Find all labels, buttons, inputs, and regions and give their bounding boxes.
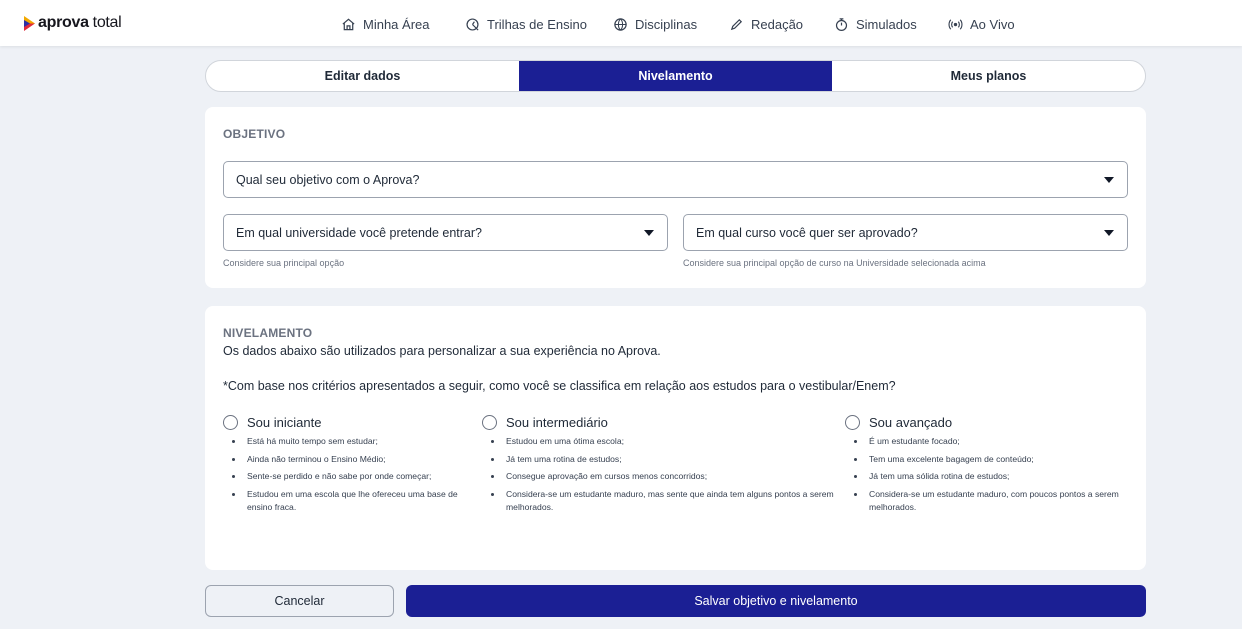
- level-criteria-list: Estudou em uma ótima escola; Já tem uma …: [491, 435, 842, 514]
- university-select-value: Em qual universidade você pretende entra…: [236, 226, 482, 240]
- nav-item-disciplinas[interactable]: Disciplinas: [613, 15, 697, 33]
- nivelamento-title: NIVELAMENTO: [223, 326, 313, 340]
- nav-label: Simulados: [856, 16, 917, 32]
- nav-label: Trilhas de Ensino: [487, 16, 587, 32]
- nav-label: Ao Vivo: [970, 16, 1015, 32]
- university-hint: Considere sua principal opção: [223, 258, 345, 268]
- level-option-iniciante: Sou iniciante Está há muito tempo sem es…: [223, 415, 473, 518]
- criteria-item: Estudou em uma escola que lhe ofereceu u…: [232, 488, 473, 514]
- level-option-intermediario: Sou intermediário Estudou em uma ótima e…: [482, 415, 842, 518]
- criteria-item: Considera-se um estudante maduro, com po…: [854, 488, 1130, 514]
- criteria-item: Já tem uma rotina de estudos;: [491, 453, 842, 466]
- radio-button[interactable]: [845, 415, 860, 430]
- nivelamento-card: NIVELAMENTO Os dados abaixo são utilizad…: [205, 306, 1146, 570]
- criteria-item: Tem uma excelente bagagem de conteúdo;: [854, 453, 1130, 466]
- save-button[interactable]: Salvar objetivo e nivelamento: [406, 585, 1146, 617]
- university-select[interactable]: Em qual universidade você pretende entra…: [223, 214, 668, 251]
- pencil-icon: [730, 18, 743, 30]
- nav-item-ao-vivo[interactable]: Ao Vivo: [948, 15, 1015, 33]
- level-option-avancado: Sou avançado É um estudante focado; Tem …: [845, 415, 1130, 518]
- nav-label: Redação: [751, 16, 804, 32]
- objetivo-title: OBJETIVO: [223, 127, 286, 141]
- home-icon: [342, 18, 355, 30]
- goal-select-value: Qual seu objetivo com o Aprova?: [236, 173, 420, 187]
- tab-nivelamento[interactable]: Nivelamento: [519, 61, 832, 91]
- level-criteria-list: Está há muito tempo sem estudar; Ainda n…: [232, 435, 473, 514]
- brand-name-part2: total: [92, 14, 122, 31]
- criteria-item: Estudou em uma ótima escola;: [491, 435, 842, 448]
- caret-down-icon: [1104, 177, 1114, 183]
- nav-item-simulados[interactable]: Simulados: [834, 15, 917, 33]
- nav-item-redacao[interactable]: Redação: [729, 15, 803, 33]
- tab-editar-dados[interactable]: Editar dados: [206, 61, 519, 91]
- criteria-item: Considera-se um estudante maduro, mas se…: [491, 488, 842, 514]
- nav-label: Disciplinas: [635, 16, 698, 32]
- criteria-item: Consegue aprovação em cursos menos conco…: [491, 470, 842, 483]
- nivelamento-question: *Com base nos critérios apresentados a s…: [223, 379, 896, 393]
- brand-logo[interactable]: aprova total: [24, 13, 122, 33]
- caret-down-icon: [644, 230, 654, 236]
- level-radio-iniciante[interactable]: Sou iniciante: [223, 415, 473, 430]
- level-radio-avancado[interactable]: Sou avançado: [845, 415, 1130, 430]
- radio-button[interactable]: [223, 415, 238, 430]
- course-select[interactable]: Em qual curso você quer ser aprovado?: [683, 214, 1128, 251]
- top-navbar: aprova total Minha Área Trilhas de Ensin…: [0, 0, 1242, 46]
- tab-meus-planos[interactable]: Meus planos: [832, 61, 1145, 91]
- profile-tabs: Editar dados Nivelamento Meus planos: [205, 60, 1146, 92]
- stopwatch-icon: [835, 17, 848, 31]
- course-hint: Considere sua principal opção de curso n…: [683, 258, 986, 268]
- brand-name-part1: aprova: [38, 14, 89, 31]
- criteria-item: É um estudante focado;: [854, 435, 1130, 448]
- globe-icon: [614, 17, 627, 31]
- course-select-value: Em qual curso você quer ser aprovado?: [696, 226, 918, 240]
- level-label: Sou intermediário: [506, 415, 608, 430]
- nav-item-trilhas[interactable]: Trilhas de Ensino: [465, 15, 587, 33]
- nav-item-minha-area[interactable]: Minha Área: [341, 15, 429, 33]
- path-icon: [466, 17, 479, 31]
- level-criteria-list: É um estudante focado; Tem uma excelente…: [854, 435, 1130, 514]
- criteria-item: Ainda não terminou o Ensino Médio;: [232, 453, 473, 466]
- logo-mark-icon: [24, 15, 35, 31]
- criteria-item: Sente-se perdido e não sabe por onde com…: [232, 470, 473, 483]
- nav-label: Minha Área: [363, 16, 430, 32]
- criteria-item: Já tem uma sólida rotina de estudos;: [854, 470, 1130, 483]
- criteria-item: Está há muito tempo sem estudar;: [232, 435, 473, 448]
- level-label: Sou avançado: [869, 415, 953, 430]
- level-radio-intermediario[interactable]: Sou intermediário: [482, 415, 842, 430]
- objetivo-card: OBJETIVO Qual seu objetivo com o Aprova?…: [205, 107, 1146, 288]
- nivelamento-description: Os dados abaixo são utilizados para pers…: [223, 344, 661, 358]
- goal-select[interactable]: Qual seu objetivo com o Aprova?: [223, 161, 1128, 198]
- radio-button[interactable]: [482, 415, 497, 430]
- level-label: Sou iniciante: [247, 415, 322, 430]
- broadcast-icon: [948, 18, 963, 30]
- cancel-button[interactable]: Cancelar: [205, 585, 394, 617]
- caret-down-icon: [1104, 230, 1114, 236]
